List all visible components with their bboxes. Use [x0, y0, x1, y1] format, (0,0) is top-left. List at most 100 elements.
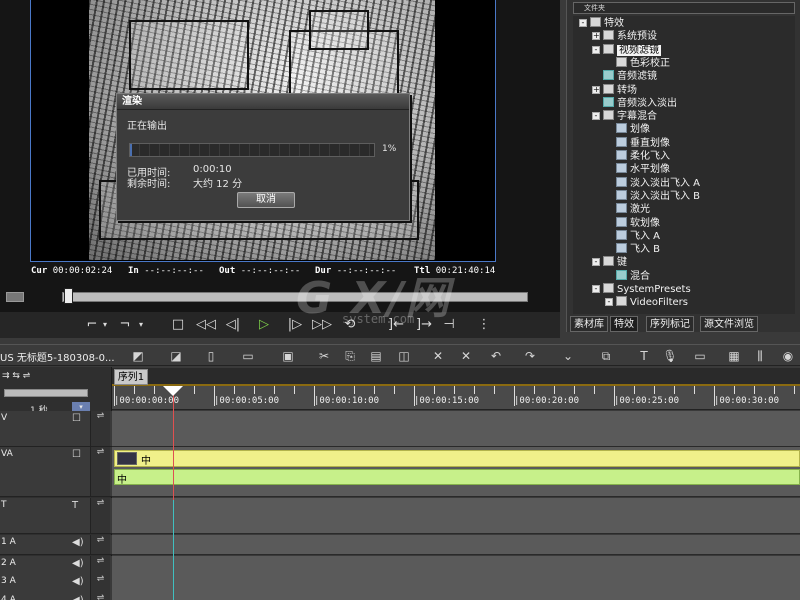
speaker-icon[interactable]: ◀) — [72, 558, 84, 569]
tree-item[interactable]: 淡入淡出飞入 B — [605, 189, 700, 203]
tree-item[interactable]: 激光 — [605, 203, 650, 216]
title-track-icon[interactable]: T — [72, 500, 78, 511]
speaker-icon[interactable]: ◀) — [72, 595, 84, 600]
scrub-zoom-handle[interactable] — [6, 292, 24, 302]
time-ruler[interactable]: |00:00:00:00 |00:00:05:00 |00:00:10:00 |00:… — [112, 386, 800, 410]
tree-item[interactable]: 划像 — [605, 123, 650, 136]
ripple-delete-icon[interactable]: ✕ — [456, 348, 476, 364]
tree-item[interactable]: 软划像 — [605, 216, 660, 230]
zoom-slider[interactable] — [4, 389, 88, 397]
mode-icon[interactable]: ◩ — [128, 348, 148, 364]
track-header[interactable]: T T ⇌ — [0, 498, 112, 534]
track-layout-icon[interactable]: ⇉ ⇆ ⇌ — [2, 371, 30, 381]
collapse-icon[interactable]: - — [592, 112, 600, 121]
paste-icon[interactable]: ▤ — [368, 348, 384, 364]
grid-icon[interactable]: ▦ — [726, 348, 742, 364]
tab-sequence1[interactable]: 序列1 — [114, 369, 148, 385]
voiceover-icon[interactable]: 🎙 — [662, 348, 678, 364]
track-lane[interactable] — [112, 556, 800, 576]
undo-icon[interactable]: ↶ — [488, 348, 504, 364]
set-in-menu-icon[interactable]: ▾ — [100, 315, 110, 335]
collapse-icon[interactable]: - — [592, 285, 600, 293]
track-header[interactable]: 2 A ◀) ⇌ — [0, 556, 112, 576]
playhead-handle[interactable] — [163, 386, 183, 396]
collapse-icon[interactable]: - — [592, 45, 600, 54]
collapse-icon[interactable]: - — [579, 19, 587, 27]
split-icon[interactable]: ⧉ — [596, 348, 616, 364]
color-icon[interactable]: ◉ — [780, 348, 796, 364]
tree-item[interactable]: -键 — [592, 256, 627, 269]
track-header[interactable]: VA ☐ ⇌ — [0, 447, 112, 497]
save-icon[interactable]: ▣ — [280, 348, 296, 364]
video-track-icon[interactable]: ☐ — [72, 449, 81, 460]
tree-item[interactable]: 淡入淡出飞入 A — [605, 176, 700, 190]
speaker-icon[interactable]: ◀) — [72, 576, 84, 587]
tree-item[interactable]: 垂直划像 — [605, 136, 670, 150]
more-tools-icon[interactable]: ⋮ — [474, 315, 494, 335]
sync-icon[interactable]: ◪ — [166, 348, 186, 364]
expand-icon[interactable]: + — [592, 85, 600, 94]
tree-item[interactable]: - VideoFilters — [605, 296, 688, 309]
tree-item[interactable]: - 特效 — [579, 17, 624, 30]
tree-item[interactable]: 柔化飞入 — [605, 150, 670, 163]
tab-2[interactable]: 序列标记 — [646, 316, 694, 332]
rewind-icon[interactable]: ◁◁ — [194, 315, 218, 335]
tree-item[interactable]: + 转场 — [592, 83, 637, 97]
cut-icon[interactable]: ✂ — [316, 348, 332, 364]
audio-clip[interactable]: 中 — [114, 469, 800, 486]
track-header[interactable]: 4 A ◀) ⇌ — [0, 593, 112, 600]
tree-item[interactable]: 色彩校正 — [605, 56, 670, 70]
tree-item[interactable]: 音频淡入淡出 — [592, 96, 677, 110]
video-track-icon[interactable]: ☐ — [72, 413, 81, 424]
track-sync-icon[interactable]: ⇌ — [90, 535, 110, 554]
track-lane[interactable] — [112, 498, 800, 534]
track-sync-icon[interactable]: ⇌ — [90, 593, 110, 600]
track-header[interactable]: 3 A ◀) ⇌ — [0, 574, 112, 594]
copy-icon[interactable]: ⎘ — [342, 348, 358, 364]
redo-icon[interactable]: ↷ — [522, 348, 538, 364]
cancel-button[interactable]: 取消 — [237, 192, 295, 208]
track-sync-icon[interactable]: ⇌ — [90, 447, 110, 496]
step-back-icon[interactable]: ◁| — [222, 315, 244, 335]
tab-3[interactable]: 源文件浏览 — [700, 316, 758, 332]
scrub-bar[interactable] — [0, 284, 560, 310]
tree-item[interactable]: 水平划像 — [605, 163, 670, 176]
open-icon[interactable]: ▭ — [240, 348, 256, 364]
video-clip[interactable]: 中 — [114, 450, 800, 467]
scrub-track[interactable] — [62, 292, 528, 302]
set-in-icon[interactable]: ⌐ — [82, 315, 102, 335]
tree-item[interactable]: - SystemPresets — [592, 283, 691, 296]
set-out-menu-icon[interactable]: ▾ — [136, 315, 146, 335]
speaker-icon[interactable]: ◀) — [72, 537, 84, 548]
tree-item[interactable]: 音频滤镜 — [592, 70, 657, 83]
tab-0[interactable]: 素材库 — [570, 316, 608, 332]
track-lane[interactable] — [112, 593, 800, 600]
play-icon[interactable]: ▷ — [253, 315, 275, 335]
stop-icon[interactable]: □ — [168, 315, 188, 335]
mixer-icon[interactable]: ⫼ — [752, 348, 768, 364]
track-sync-icon[interactable]: ⇌ — [90, 498, 110, 533]
new-file-icon[interactable]: ▯ — [203, 348, 219, 364]
export-icon[interactable]: ▭ — [690, 348, 710, 364]
track-header[interactable]: V ☐ ⇌ — [0, 411, 112, 447]
track-sync-icon[interactable]: ⇌ — [90, 574, 110, 593]
tree-item[interactable]: 飞入 B — [605, 243, 660, 256]
tree-item[interactable]: - 字幕混合 — [592, 110, 657, 123]
track-sync-icon[interactable]: ⇌ — [90, 556, 110, 575]
title-icon[interactable]: T — [636, 348, 652, 364]
collapse-icon[interactable]: - — [592, 258, 600, 267]
replace-icon[interactable]: ◫ — [396, 348, 412, 364]
delete-icon[interactable]: ✕ — [428, 348, 448, 364]
scrub-knob[interactable] — [64, 288, 74, 304]
track-header[interactable]: 1 A ◀) ⇌ — [0, 535, 112, 555]
track-lane[interactable] — [112, 535, 800, 555]
track-sync-icon[interactable]: ⇌ — [90, 411, 110, 446]
track-lane[interactable] — [112, 411, 800, 447]
track-lane[interactable] — [112, 574, 800, 594]
tree-item[interactable]: 混合 — [605, 269, 650, 283]
tab-1[interactable]: 特效 — [610, 316, 638, 332]
tree-item[interactable]: - 视频滤镜 — [592, 43, 661, 57]
set-out-icon[interactable]: ¬ — [115, 315, 135, 335]
tree-item[interactable]: + 系统预设 — [592, 30, 657, 43]
collapse-icon[interactable]: - — [605, 298, 613, 307]
